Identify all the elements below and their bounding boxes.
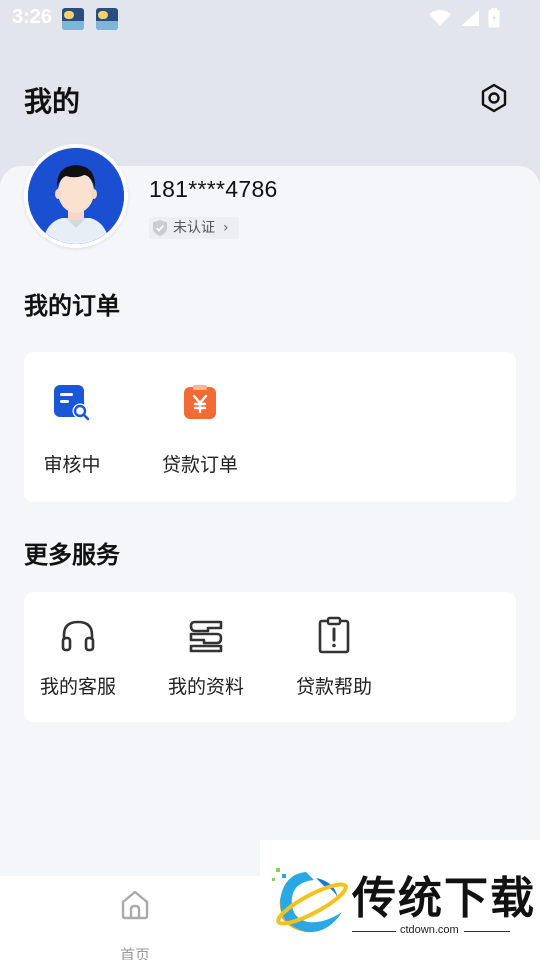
orders-card: 审核中 贷款订单	[24, 352, 516, 502]
services-section-title: 更多服务	[24, 541, 120, 569]
order-item-label: 贷款订单	[161, 454, 238, 476]
yuan-clipboard-icon	[184, 385, 216, 419]
order-item-review[interactable]: 审核中	[42, 380, 102, 480]
services-card: 我的客服 我的资料 贷款帮助	[24, 592, 516, 722]
divider	[464, 931, 510, 932]
watermark-logo-icon	[272, 868, 348, 933]
nav-home-tab[interactable]: 首页	[108, 886, 162, 960]
verification-status: 未认证	[173, 220, 215, 236]
battery-icon	[488, 8, 500, 28]
divider	[352, 931, 396, 932]
service-item-label: 贷款帮助	[296, 676, 373, 698]
watermark: 传统下载 ctdown.com	[260, 840, 540, 960]
home-icon	[121, 890, 149, 920]
service-item-support[interactable]: 我的客服	[40, 616, 116, 706]
avatar[interactable]	[24, 144, 128, 248]
review-search-icon	[54, 385, 90, 421]
watermark-text: 传统下载	[352, 873, 536, 924]
status-icons	[428, 8, 500, 28]
nav-home-label: 首页	[119, 946, 150, 960]
status-bar: 3:26	[0, 0, 540, 36]
order-item-label: 审核中	[43, 454, 101, 476]
notification-icon	[96, 8, 118, 30]
page-title: 我的	[24, 85, 81, 118]
watermark-url: ctdown.com	[400, 924, 459, 936]
clipboard-alert-icon	[318, 616, 350, 654]
wifi-icon	[429, 10, 451, 26]
status-time: 3:26	[12, 6, 53, 28]
headset-icon	[61, 620, 95, 652]
order-item-loan[interactable]: 贷款订单	[158, 380, 242, 480]
signal-icon	[461, 10, 479, 26]
service-item-loan-help[interactable]: 贷款帮助	[296, 616, 372, 706]
documents-icon	[189, 620, 223, 653]
orders-section-title: 我的订单	[24, 292, 120, 320]
service-item-label: 我的资料	[168, 676, 245, 698]
notification-icon	[62, 8, 84, 30]
phone-number: 181****4786	[149, 176, 278, 202]
chevron-right-icon: ›	[223, 220, 229, 236]
service-item-profile-data[interactable]: 我的资料	[168, 616, 244, 706]
main-content-card	[0, 166, 540, 876]
service-item-label: 我的客服	[40, 676, 117, 698]
settings-button[interactable]	[478, 82, 510, 114]
shield-check-icon	[153, 220, 167, 236]
verification-badge[interactable]: 未认证 ›	[149, 217, 239, 239]
settings-icon	[481, 83, 507, 113]
avatar-image	[28, 148, 124, 244]
